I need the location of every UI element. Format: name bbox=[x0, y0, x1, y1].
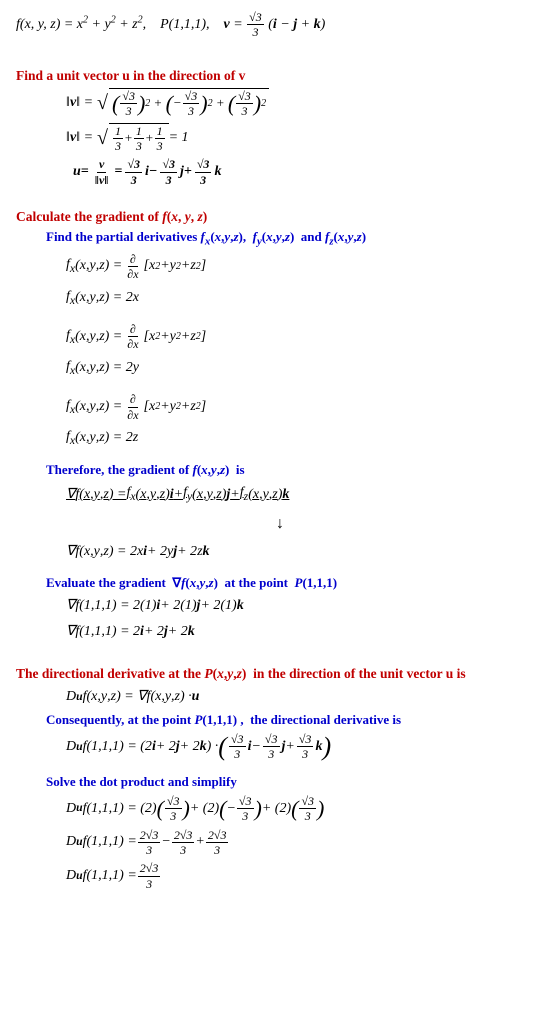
unit-vector-u: u = v‖v‖ = √33i − √33j + √33k bbox=[66, 157, 528, 187]
fx-eq2: fx(x,y,z) = 2x bbox=[66, 286, 528, 310]
final-result: Duf(1,1,1) = 2√33 bbox=[66, 861, 528, 891]
fz-eq1: fx(x,y,z) = ∂∂x [x2 + y2 + z2] bbox=[66, 392, 528, 422]
section3-title: The directional derivative at the P(x,y,… bbox=[16, 666, 528, 682]
grad-result: ∇f(x,y,z) = 2xi + 2yj + 2zk bbox=[66, 541, 528, 563]
section2-title: Calculate the gradient of f(x, y, z) bbox=[16, 209, 528, 225]
dot-product-eq: Duf(1,1,1) = (2i + 2j + 2k) · ( √33i − √… bbox=[66, 732, 528, 762]
section1-title: Find a unit vector u in the direction of… bbox=[16, 68, 528, 84]
top-definition: f(x, y, z) = x2 + y2 + z2, P(1,1,1), v =… bbox=[16, 10, 528, 40]
norm-calc1: ‖v‖ = √ ( √33 )2 + ( −√33 )2 + ( √33 )2 bbox=[66, 88, 528, 119]
arrow-down: ↓ bbox=[276, 511, 528, 537]
solve-title: Solve the dot product and simplify bbox=[46, 774, 528, 790]
eval-eq1: ∇f(1,1,1) = 2(1)i + 2(1)j + 2(1)k bbox=[66, 595, 528, 617]
consequently-text: Consequently, at the point P(1,1,1) , th… bbox=[46, 712, 528, 728]
grad-def-underlined: ∇f(x,y,z) = fx(x,y,z)i + fy(x,y,z)j + fz… bbox=[66, 482, 528, 506]
norm-calc2: ‖v‖ = √ 13 + 13 + 13 = 1 bbox=[66, 123, 528, 154]
eval-eq2: ∇f(1,1,1) = 2i + 2j + 2k bbox=[66, 621, 528, 643]
solve-eq: Duf(1,1,1) = (2)(√33) + (2)(−√33) + (2)(… bbox=[66, 794, 528, 824]
simplify-eq: Duf(1,1,1) = 2√33 − 2√33 + 2√33 bbox=[66, 828, 528, 858]
evaluate-title: Evaluate the gradient ∇f(x,y,z) at the p… bbox=[46, 575, 528, 591]
therefore-text: Therefore, the gradient of f(x,y,z) is bbox=[46, 462, 528, 478]
fx-eq1: fx(x,y,z) = ∂∂x [x2 + y2 + z2] bbox=[66, 252, 528, 282]
fy-eq2: fx(x,y,z) = 2y bbox=[66, 356, 528, 380]
subsection-partial: Find the partial derivatives fx(x,y,z), … bbox=[46, 229, 528, 248]
dir-deriv-formula: Duf(x,y,z) = ∇f(x,y,z) · u bbox=[66, 686, 528, 708]
fz-eq2: fx(x,y,z) = 2z bbox=[66, 426, 528, 450]
fy-eq1: fx(x,y,z) = ∂∂x [x2 + y2 + z2] bbox=[66, 322, 528, 352]
